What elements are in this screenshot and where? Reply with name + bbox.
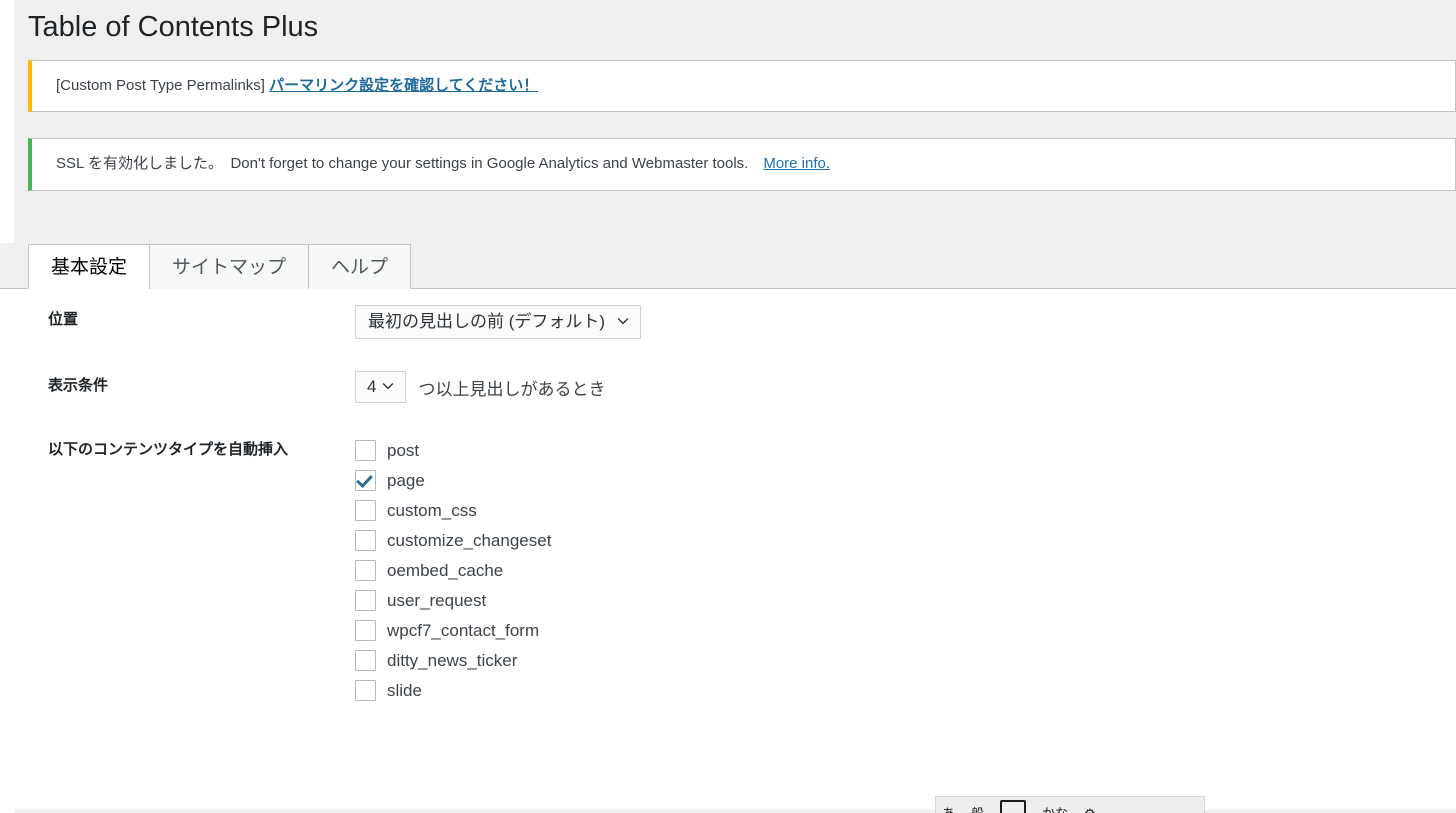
- ime-conversion-mode[interactable]: 般: [971, 807, 984, 813]
- list-item[interactable]: wpcf7_contact_form: [355, 615, 1446, 645]
- checkbox-custom-css[interactable]: [355, 499, 376, 521]
- form-row-condition: 表示条件 4 つ以上見出しがあるとき: [0, 355, 1456, 419]
- settings-tabs: 基本設定 サイトマップ ヘルプ: [0, 242, 1456, 289]
- tab-sitemap[interactable]: サイトマップ: [149, 243, 310, 289]
- checkbox-oembed-cache[interactable]: [355, 559, 376, 581]
- notice-ssl-more-info-link[interactable]: More info.: [763, 155, 830, 172]
- label-auto-insert: 以下のコンテンツタイプを自動挿入: [48, 441, 289, 459]
- checkbox-label-customize-changeset: customize_changeset: [387, 530, 552, 550]
- ime-kana-input[interactable]: かな: [1042, 807, 1068, 813]
- list-item[interactable]: user_request: [355, 585, 1446, 615]
- checkbox-label-post: post: [387, 440, 420, 460]
- list-item[interactable]: page: [355, 465, 1446, 495]
- ime-keyboard-icon[interactable]: [1000, 800, 1027, 813]
- notice-ssl: SSL を有効化しました。 Don't forget to change you…: [28, 138, 1456, 191]
- notice-ssl-message: SSL を有効化しました。 Don't forget to change you…: [56, 155, 764, 173]
- page-title: Table of Contents Plus: [28, 11, 319, 43]
- settings-page: Table of Contents Plus [Custom Post Type…: [0, 0, 1456, 813]
- label-position: 位置: [48, 310, 79, 328]
- field-auto-insert: post page custom_css customize_changeset…: [345, 419, 1456, 721]
- field-position: 最初の見出しの前 (デフォルト): [345, 289, 1456, 355]
- checkbox-ditty-news-ticker[interactable]: [355, 649, 376, 671]
- ime-language-bar[interactable]: あ 般 かな ⚙: [935, 796, 1205, 813]
- checkbox-label-user-request: user_request: [387, 590, 487, 610]
- checkbox-label-wpcf7-contact-form: wpcf7_contact_form: [387, 620, 540, 640]
- list-item[interactable]: customize_changeset: [355, 525, 1446, 555]
- notice-permalinks-prefix: [Custom Post Type Permalinks]: [56, 76, 270, 94]
- content-type-checkbox-list: post page custom_css customize_changeset…: [355, 435, 1446, 705]
- form-row-position: 位置 最初の見出しの前 (デフォルト): [0, 289, 1456, 355]
- condition-suffix-text: つ以上見出しがあるとき: [418, 379, 606, 399]
- checkbox-slide[interactable]: [355, 679, 376, 701]
- notice-spacer: [0, 112, 1456, 138]
- ime-mode-hiragana[interactable]: あ: [942, 807, 955, 813]
- checkbox-post[interactable]: [355, 439, 376, 461]
- tab-help[interactable]: ヘルプ: [308, 243, 412, 289]
- list-item[interactable]: oembed_cache: [355, 555, 1446, 585]
- form-row-auto-insert: 以下のコンテンツタイプを自動挿入 post page custom_css cu…: [0, 419, 1456, 721]
- checkbox-label-slide: slide: [387, 680, 422, 700]
- condition-select-wrap: 4: [355, 371, 406, 404]
- notice-ssl-text: SSL を有効化しました。 Don't forget to change you…: [56, 153, 1443, 176]
- checkbox-wpcf7-contact-form[interactable]: [355, 619, 376, 641]
- list-item[interactable]: post: [355, 435, 1446, 465]
- list-item[interactable]: ditty_news_ticker: [355, 645, 1446, 675]
- tabs-spacer: [0, 191, 1456, 243]
- checkbox-customize-changeset[interactable]: [355, 529, 376, 551]
- checkbox-page[interactable]: [355, 469, 376, 491]
- checkbox-label-page: page: [387, 470, 425, 490]
- settings-panel: 位置 最初の見出しの前 (デフォルト) 表示条件 4 つ以上見出しがあるとき 以…: [0, 288, 1456, 809]
- condition-select[interactable]: 4: [355, 371, 406, 404]
- notice-permalinks-text: [Custom Post Type Permalinks] パーマリンク設定を確…: [56, 75, 1443, 98]
- list-item[interactable]: custom_css: [355, 495, 1446, 525]
- list-item[interactable]: slide: [355, 675, 1446, 705]
- checkbox-user-request[interactable]: [355, 589, 376, 611]
- tab-basic-settings[interactable]: 基本設定: [28, 243, 151, 289]
- field-condition: 4 つ以上見出しがあるとき: [345, 355, 1456, 419]
- checkbox-label-custom-css: custom_css: [387, 500, 477, 520]
- label-condition: 表示条件: [48, 377, 109, 395]
- notice-permalinks-link[interactable]: パーマリンク設定を確認してください！: [269, 77, 538, 94]
- settings-form-table: 位置 最初の見出しの前 (デフォルト) 表示条件 4 つ以上見出しがあるとき 以…: [0, 289, 1456, 722]
- position-select-wrap: 最初の見出しの前 (デフォルト): [355, 304, 641, 340]
- checkbox-label-oembed-cache: oembed_cache: [387, 560, 504, 580]
- position-select[interactable]: 最初の見出しの前 (デフォルト): [355, 304, 641, 340]
- notice-permalinks: [Custom Post Type Permalinks] パーマリンク設定を確…: [28, 59, 1456, 113]
- ime-tools-icon[interactable]: ⚙: [1084, 807, 1096, 813]
- checkbox-label-ditty-news-ticker: ditty_news_ticker: [387, 650, 518, 670]
